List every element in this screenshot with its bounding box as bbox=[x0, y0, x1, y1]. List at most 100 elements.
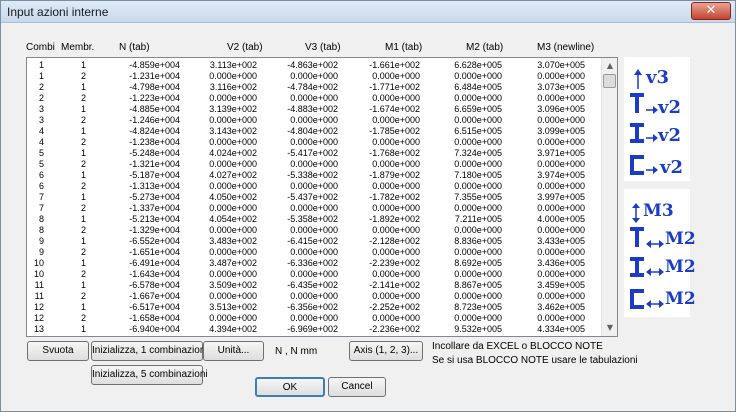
cell-n: -5.273e+004 bbox=[129, 192, 180, 202]
cell-v3: -4.863e+002 bbox=[287, 60, 338, 70]
scroll-up-arrow-icon[interactable]: ▲ bbox=[602, 58, 617, 74]
cell-membr: 2 bbox=[56, 335, 86, 336]
moment-diagram-panel: M3 M2 M2 M2 bbox=[624, 189, 696, 317]
table-row[interactable]: 2 2 -1.223e+004 0.000e+000 0.000e+000 0.000e+… bbox=[27, 93, 602, 104]
ok-button[interactable]: OK bbox=[255, 377, 325, 397]
table-row[interactable]: 8 2 -1.329e+004 0.000e+000 0.000e+000 0.000e+… bbox=[27, 225, 602, 236]
table-row[interactable]: 12 2 -1.658e+004 0.000e+000 0.000e+000 0.000e… bbox=[27, 313, 602, 324]
v2-label: v2 bbox=[660, 157, 683, 178]
arrow-right-icon bbox=[646, 101, 658, 119]
table-row[interactable]: 9 2 -1.651e+004 0.000e+000 0.000e+000 0.000e+… bbox=[27, 247, 602, 258]
shear-diagram-panel: v3 v2 v2 v2 bbox=[624, 57, 690, 181]
cell-v3: -6.356e+002 bbox=[287, 302, 338, 312]
column-header-n: N (tab) bbox=[119, 42, 150, 53]
cell-combi: 9 bbox=[38, 247, 44, 257]
table-row[interactable]: 13 1 -6.940e+004 4.394e+002 -6.969e+002 -2.23… bbox=[27, 324, 602, 335]
cell-m3: 0.000e+000 bbox=[537, 115, 585, 125]
cell-combi: 13 bbox=[27, 335, 44, 336]
cell-v2: 0.000e+000 bbox=[209, 203, 257, 213]
table-row[interactable]: 7 1 -5.273e+004 4.050e+002 -5.437e+002 -1.782… bbox=[27, 192, 602, 203]
cell-v2: 0.000e+000 bbox=[209, 247, 257, 257]
cell-membr: 2 bbox=[80, 137, 86, 147]
table-row[interactable]: 5 1 -5.248e+004 4.024e+002 -5.417e+002 -1.768… bbox=[27, 148, 602, 159]
m2-label: M2 bbox=[665, 229, 696, 249]
double-arrow-horizontal-icon bbox=[646, 263, 664, 281]
cell-combi: 6 bbox=[38, 170, 44, 180]
scroll-down-arrow-icon[interactable]: ▼ bbox=[602, 320, 617, 336]
cell-v3: -5.338e+002 bbox=[287, 170, 338, 180]
cell-m1: 0.000e+000 bbox=[372, 313, 420, 323]
table-row[interactable]: 11 2 -1.667e+004 0.000e+000 0.000e+000 0.000e… bbox=[27, 291, 602, 302]
table-row[interactable]: 9 1 -6.552e+004 3.483e+002 -6.415e+002 -2.128… bbox=[27, 236, 602, 247]
cell-membr: 1 bbox=[80, 214, 86, 224]
column-header-m2: M2 (tab) bbox=[466, 42, 504, 53]
cell-v3: 0.000e+000 bbox=[290, 71, 338, 81]
table-row[interactable]: 1 2 -1.231e+004 0.000e+000 0.000e+000 0.000e+… bbox=[27, 71, 602, 82]
cell-m2: 8.723e+005 bbox=[454, 302, 502, 312]
table-row[interactable]: 4 2 -1.238e+004 0.000e+000 0.000e+000 0.000e+… bbox=[27, 137, 602, 148]
cell-m3: 0.000e+000 bbox=[537, 313, 585, 323]
cell-m3: 0.000e+000 bbox=[537, 71, 585, 81]
cell-m3: 3.073e+005 bbox=[537, 82, 585, 92]
cell-v3: 0.000e+000 bbox=[290, 181, 338, 191]
cell-m1: 0.000e+000 bbox=[372, 71, 420, 81]
init-1-combination-button[interactable]: Inizializza, 1 combinazione bbox=[91, 341, 211, 361]
list-rows: 1 1 -4.859e+004 3.113e+002 -4.863e+002 -1.661… bbox=[27, 60, 602, 336]
table-row[interactable]: 2 1 -4.798e+004 3.116e+002 -4.784e+002 -1.771… bbox=[27, 82, 602, 93]
cell-m3: 3.971e+005 bbox=[537, 148, 585, 158]
cell-membr: 1 bbox=[80, 104, 86, 114]
cell-m2: 0.000e+000 bbox=[454, 159, 502, 169]
channel-section-icon bbox=[630, 155, 644, 180]
cell-m3: 0.000e+000 bbox=[537, 93, 585, 103]
cell-combi: 6 bbox=[38, 181, 44, 191]
table-row[interactable]: 8 1 -5.213e+004 4.054e+002 -5.358e+002 -1.892… bbox=[27, 214, 602, 225]
cell-v3: -4.883e+002 bbox=[287, 104, 338, 114]
cell-v2: 4.024e+002 bbox=[209, 148, 257, 158]
column-header-combi: Combi bbox=[26, 42, 55, 53]
table-row[interactable]: 3 2 -1.246e+004 0.000e+000 0.000e+000 0.000e+… bbox=[27, 115, 602, 126]
cell-combi: 10 bbox=[33, 269, 44, 279]
cell-n: -1.238e+004 bbox=[129, 137, 180, 147]
cell-v2: 0.000e+000 bbox=[209, 71, 257, 81]
table-row[interactable]: 1 1 -4.859e+004 3.113e+002 -4.863e+002 -1.661… bbox=[27, 60, 602, 71]
cell-membr: 2 bbox=[80, 203, 86, 213]
cell-m1: -1.661e+002 bbox=[369, 60, 420, 70]
table-row[interactable]: 3 1 -4.885e+004 3.139e+002 -4.883e+002 -1.674… bbox=[27, 104, 602, 115]
cell-m2: 0.000e+000 bbox=[454, 269, 502, 279]
cell-m1: 0.000e+000 bbox=[372, 203, 420, 213]
table-row[interactable]: 12 1 -6.517e+004 3.513e+002 -6.356e+002 -2.25… bbox=[27, 302, 602, 313]
table-row[interactable]: 11 1 -6.578e+004 3.509e+002 -6.435e+002 -2.14… bbox=[27, 280, 602, 291]
internal-actions-list[interactable]: 1 1 -4.859e+004 3.113e+002 -4.863e+002 -1.661… bbox=[26, 57, 618, 337]
cell-m3: 4.000e+005 bbox=[537, 214, 585, 224]
cell-n: -4.824e+004 bbox=[129, 126, 180, 136]
table-row[interactable]: 5 2 -1.321e+004 0.000e+000 0.000e+000 0.000e+… bbox=[27, 159, 602, 170]
cell-m1: 0.000e+000 bbox=[372, 225, 420, 235]
table-row[interactable]: 132-1.758e+0040.000e+0000.000e+0000.000e… bbox=[27, 335, 602, 336]
cell-m3: 3.997e+005 bbox=[537, 192, 585, 202]
table-row[interactable]: 7 2 -1.337e+004 0.000e+000 0.000e+000 0.000e+… bbox=[27, 203, 602, 214]
scroll-thumb[interactable] bbox=[603, 74, 616, 88]
close-button[interactable]: ✕ bbox=[691, 2, 731, 20]
table-row[interactable]: 10 1 -6.491e+004 3.487e+002 -6.336e+002 -2.23… bbox=[27, 258, 602, 269]
vertical-scrollbar[interactable]: ▲ ▼ bbox=[601, 58, 617, 336]
cell-v3: -4.784e+002 bbox=[287, 82, 338, 92]
m3-label: M3 bbox=[643, 201, 674, 221]
cell-m2: 0.000e+000 bbox=[454, 115, 502, 125]
cell-membr: 2 bbox=[80, 93, 86, 103]
table-row[interactable]: 6 1 -5.187e+004 4.027e+002 -5.338e+002 -1.879… bbox=[27, 170, 602, 181]
init-5-combinations-button[interactable]: Inizializza, 5 combinazioni bbox=[91, 365, 208, 385]
table-row[interactable]: 6 2 -1.313e+004 0.000e+000 0.000e+000 0.000e+… bbox=[27, 181, 602, 192]
svuota-button[interactable]: Svuota bbox=[27, 341, 89, 361]
cell-combi: 12 bbox=[33, 302, 44, 312]
cell-combi: 7 bbox=[38, 203, 44, 213]
cell-m2: 6.628e+005 bbox=[454, 60, 502, 70]
column-header-v3: V3 (tab) bbox=[305, 42, 341, 53]
table-row[interactable]: 4 1 -4.824e+004 3.143e+002 -4.804e+002 -1.785… bbox=[27, 126, 602, 137]
window-title: Input azioni interne bbox=[7, 5, 109, 19]
cell-m3: 3.433e+005 bbox=[537, 236, 585, 246]
cancel-button[interactable]: Cancel bbox=[328, 377, 386, 397]
cell-combi: 12 bbox=[33, 313, 44, 323]
axis-button[interactable]: Axis (1, 2, 3)... bbox=[349, 341, 423, 361]
units-button[interactable]: Unità... bbox=[203, 341, 264, 361]
table-row[interactable]: 10 2 -1.643e+004 0.000e+000 0.000e+000 0.000e… bbox=[27, 269, 602, 280]
